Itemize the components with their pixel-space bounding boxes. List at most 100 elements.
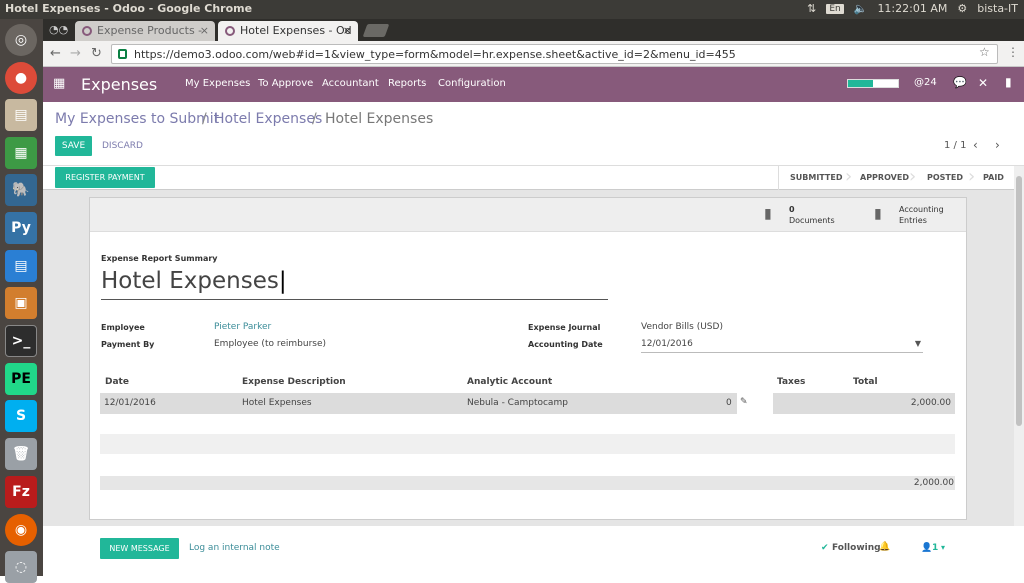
new-message-button[interactable]: NEW MESSAGE <box>100 538 179 559</box>
firefox-icon[interactable]: ◉ <box>5 514 37 546</box>
app-name[interactable]: Expenses <box>81 75 157 94</box>
pager-next-icon[interactable]: › <box>995 138 1000 152</box>
journal-label: Expense Journal <box>528 323 601 332</box>
accounting-label: Accounting <box>899 205 944 214</box>
sound-recorder-icon[interactable]: ◌ <box>5 551 37 583</box>
status-submitted[interactable]: SUBMITTED <box>790 173 843 182</box>
forward-arrow-icon[interactable]: → <box>70 46 81 61</box>
bell-icon[interactable]: 🔔 <box>879 542 890 552</box>
followers-icon[interactable]: 👤 <box>921 543 932 553</box>
status-paid[interactable]: PAID <box>983 173 1004 182</box>
table-row[interactable]: 12/01/2016 Hotel Expenses Nebula - Campt… <box>100 393 955 414</box>
language-indicator[interactable]: En <box>826 3 844 14</box>
spreadsheet-icon[interactable]: ▦ <box>5 137 37 169</box>
user-avatar[interactable]: ▮ <box>1005 75 1012 89</box>
caret-down-icon[interactable]: ▾ <box>941 543 945 552</box>
back-arrow-icon[interactable]: ← <box>50 46 61 61</box>
save-button[interactable]: SAVE <box>55 136 92 156</box>
close-tab-icon[interactable]: × <box>200 24 209 37</box>
scrollbar-thumb[interactable] <box>1016 176 1022 426</box>
employee-link[interactable]: Pieter Parker <box>214 322 271 332</box>
followers-count[interactable]: 1 <box>932 543 938 553</box>
paperclip-icon[interactable]: ✎ <box>740 397 748 407</box>
url-input[interactable]: https://demo3.odoo.com/web#id=1&view_typ… <box>111 44 998 64</box>
python-icon[interactable]: Py <box>5 212 37 244</box>
volume-icon[interactable]: 🔈 <box>854 2 868 15</box>
apps-grid-icon[interactable]: ▦ <box>53 76 65 91</box>
tab-expense-products[interactable]: Expense Products - × <box>75 21 215 41</box>
progress-widget[interactable] <box>847 79 899 88</box>
network-icon[interactable]: ⇅ <box>807 2 816 15</box>
close-tab-icon[interactable]: × <box>343 24 352 37</box>
col-header-description[interactable]: Expense Description <box>242 377 346 387</box>
journal-value[interactable]: Vendor Bills (USD) <box>641 322 723 332</box>
discard-button[interactable]: DISCARD <box>102 141 143 151</box>
odoo-favicon-icon <box>82 26 92 36</box>
breadcrumb-hotel-expenses[interactable]: Hotel Expenses <box>214 111 322 127</box>
following-button[interactable]: Following <box>832 543 881 553</box>
address-bar: ← → ↻ https://demo3.odoo.com/web#id=1&vi… <box>43 41 1024 67</box>
summary-input[interactable]: Hotel Expenses| <box>101 268 608 300</box>
smart-buttons-bar: ▮ 0 Documents ▮ Accounting Entries <box>90 198 966 232</box>
menu-to-approve[interactable]: To Approve <box>258 78 313 89</box>
mentions-counter[interactable]: @24 <box>914 77 937 88</box>
col-header-date[interactable]: Date <box>105 377 129 387</box>
menu-reports[interactable]: Reports <box>388 78 426 89</box>
page-scrollbar[interactable] <box>1014 166 1024 526</box>
chrome-menu-icon[interactable]: ⋮ <box>1007 45 1019 59</box>
dropdown-caret-icon[interactable]: ▼ <box>915 339 921 348</box>
cell-attachment[interactable]: ✎ <box>737 393 773 414</box>
payment-by-value[interactable]: Employee (to reimburse) <box>214 339 326 349</box>
cell-quantity: 0 <box>726 398 732 408</box>
check-icon: ✔ <box>821 543 829 553</box>
trash-icon[interactable]: 🗑 <box>5 438 37 470</box>
status-approved[interactable]: APPROVED <box>860 173 909 182</box>
pager-prev-icon[interactable]: ‹ <box>973 138 978 152</box>
accounting-date-input[interactable]: 12/01/2016 ▼ <box>641 337 923 353</box>
cell-analytic: Nebula - Camptocamp <box>467 398 568 408</box>
table-empty-row <box>100 434 955 454</box>
progress-fill <box>848 80 873 87</box>
col-header-total[interactable]: Total <box>853 377 878 387</box>
accounting-entries-smart-button[interactable]: ▮ Accounting Entries <box>872 202 964 228</box>
col-header-analytic[interactable]: Analytic Account <box>467 377 552 387</box>
cell-description: Hotel Expenses <box>242 398 312 408</box>
menu-my-expenses[interactable]: My Expenses <box>185 78 250 89</box>
documents-count: 0 <box>789 205 795 214</box>
reload-icon[interactable]: ↻ <box>91 46 102 61</box>
breadcrumb-my-expenses[interactable]: My Expenses to Submit <box>55 111 219 127</box>
session-user[interactable]: bista-IT <box>977 2 1018 15</box>
footer-total: 2,000.00 <box>913 478 954 488</box>
clock[interactable]: 11:22:01 AM <box>877 2 947 15</box>
pgadmin-icon[interactable]: 🐘 <box>5 174 37 206</box>
system-tray: ⇅ En 🔈 11:22:01 AM ⚙ bista-IT <box>807 2 1018 15</box>
menu-accountant[interactable]: Accountant <box>322 78 379 89</box>
cell-total: 2,000.00 <box>910 398 951 408</box>
os-top-bar: Hotel Expenses - Odoo - Google Chrome ⇅ … <box>0 0 1024 19</box>
skype-icon[interactable]: S <box>5 400 37 432</box>
form-sheet: ▮ 0 Documents ▮ Accounting Entries Expen… <box>89 197 967 520</box>
documents-smart-button[interactable]: ▮ 0 Documents <box>762 202 854 228</box>
ubuntu-dash-icon[interactable]: ◎ <box>5 24 37 56</box>
files-icon[interactable]: ▤ <box>5 99 37 131</box>
book-icon: ▮ <box>764 206 772 222</box>
log-note-link[interactable]: Log an internal note <box>189 543 280 553</box>
status-posted[interactable]: POSTED <box>927 173 963 182</box>
chrome-icon[interactable]: ● <box>5 62 37 94</box>
writer-icon[interactable]: ▤ <box>5 250 37 282</box>
chat-bubble-icon[interactable]: 💬 <box>953 76 967 89</box>
impress-icon[interactable]: ▣ <box>5 287 37 319</box>
settings-gear-icon[interactable]: ⚙ <box>957 2 967 15</box>
chevron-right-icon: › <box>845 166 853 187</box>
tab-hotel-expenses[interactable]: Hotel Expenses - Od × <box>218 21 358 41</box>
pycharm-icon[interactable]: PE <box>5 363 37 395</box>
menu-configuration[interactable]: Configuration <box>438 78 506 89</box>
debug-tools-icon[interactable]: ✕ <box>978 76 988 90</box>
bookmark-star-icon[interactable]: ☆ <box>979 45 990 59</box>
col-header-taxes[interactable]: Taxes <box>777 377 805 387</box>
terminal-icon[interactable]: >_ <box>5 325 37 357</box>
odoo-navbar: ▦ Expenses My Expenses To Approve Accoun… <box>43 67 1024 102</box>
new-tab-button[interactable] <box>362 24 390 37</box>
filezilla-icon[interactable]: Fz <box>5 476 37 508</box>
register-payment-button[interactable]: REGISTER PAYMENT <box>55 167 155 188</box>
